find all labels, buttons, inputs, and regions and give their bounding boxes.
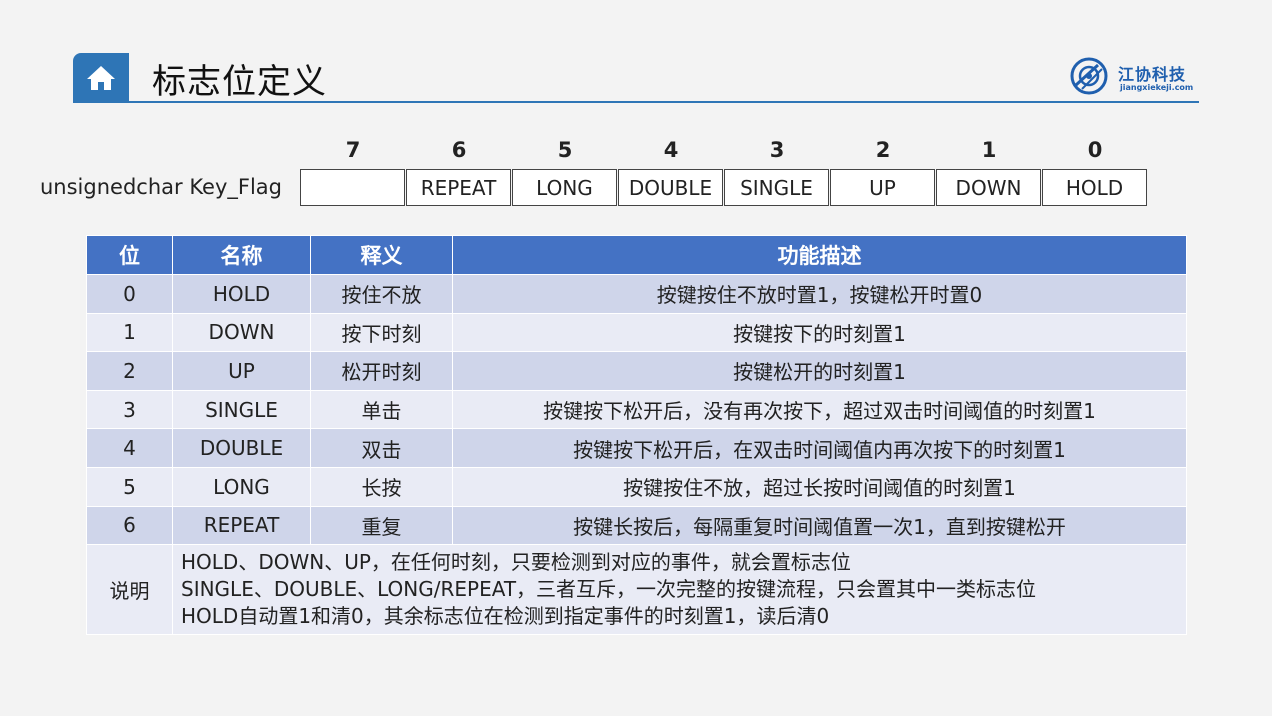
bit-number: 2 [875,138,891,162]
column-header: 名称 [172,235,311,275]
meaning-cell: 按下时刻 [310,312,453,353]
bit-cell: DOUBLE [618,169,723,206]
note-line: SINGLE、DOUBLE、LONG/REPEAT，三者互斥，一次完整的按键流程… [181,577,1037,602]
table-row: 3 SINGLE 单击 按键按下松开后，没有再次按下，超过双击时间阈值的时刻置1 [86,389,1187,430]
meaning-cell: 长按 [310,466,453,507]
bit-register-label: unsignedchar Key_Flag [40,175,283,199]
name-cell: REPEAT [172,505,311,546]
bit-number: 7 [345,138,361,162]
table-row: 0 HOLD 按住不放 按键按住不放时置1，按键松开时置0 [86,274,1187,314]
description-cell: 按键松开的时刻置1 [452,351,1187,391]
note-row: 说明 HOLD、DOWN、UP，在任何时刻，只要检测到对应的事件，就会置标志位 … [86,544,1187,636]
bit-cell: DOWN [936,169,1041,206]
note-text: HOLD、DOWN、UP，在任何时刻，只要检测到对应的事件，就会置标志位 SIN… [172,544,1187,636]
table-row: 6 REPEAT 重复 按键长按后，每隔重复时间阈值置一次1，直到按键松开 [86,505,1187,546]
table-row: 2 UP 松开时刻 按键松开的时刻置1 [86,351,1187,391]
table-row: 1 DOWN 按下时刻 按键按下的时刻置1 [86,312,1187,353]
description-cell: 按键按住不放，超过长按时间阈值的时刻置1 [452,466,1187,507]
table-row: 5 LONG 长按 按键按住不放，超过长按时间阈值的时刻置1 [86,466,1187,507]
bit-cell: 6 [86,505,173,546]
home-button[interactable] [73,53,129,103]
description-cell: 按键按下松开后，没有再次按下，超过双击时间阈值的时刻置1 [452,389,1187,430]
header-divider [73,101,1199,103]
description-cell: 按键按住不放时置1，按键松开时置0 [452,274,1187,314]
description-cell: 按键长按后，每隔重复时间阈值置一次1，直到按键松开 [452,505,1187,546]
bit-number: 4 [663,138,679,162]
bit-cell: HOLD [1042,169,1147,206]
note-line: HOLD、DOWN、UP，在任何时刻，只要检测到对应的事件，就会置标志位 [181,550,851,575]
bit-cell: REPEAT [406,169,511,206]
column-header: 功能描述 [452,235,1187,275]
name-cell: HOLD [172,274,311,314]
meaning-cell: 单击 [310,389,453,430]
name-cell: DOUBLE [172,428,311,468]
company-logo: 江协科技 jiangxiekeji.com [1068,55,1198,97]
description-cell: 按键按下松开后，在双击时间阈值内再次按下的时刻置1 [452,428,1187,468]
meaning-cell: 重复 [310,505,453,546]
meaning-cell: 双击 [310,428,453,468]
logo-url: jiangxiekeji.com [1120,83,1194,92]
table-row: 4 DOUBLE 双击 按键按下松开后，在双击时间阈值内再次按下的时刻置1 [86,428,1187,468]
bit-number: 0 [1087,138,1103,162]
name-cell: LONG [172,466,311,507]
flags-table: 位 名称 释义 功能描述 0 HOLD 按住不放 按键按住不放时置1，按键松开时… [86,235,1187,636]
meaning-cell: 松开时刻 [310,351,453,391]
column-header: 释义 [310,235,453,275]
name-cell: DOWN [172,312,311,353]
bit-cell: LONG [512,169,617,206]
home-icon [87,66,115,90]
page-title: 标志位定义 [152,62,327,102]
bit-cell: 3 [86,389,173,430]
note-line: HOLD自动置1和清0，其余标志位在检测到指定事件的时刻置1，读后清0 [181,604,830,629]
description-cell: 按键按下的时刻置1 [452,312,1187,353]
bit-cell: 5 [86,466,173,507]
bit-number: 3 [769,138,785,162]
bit-number: 5 [557,138,573,162]
bit-cell: 2 [86,351,173,391]
table-header-row: 位 名称 释义 功能描述 [86,235,1187,275]
logo-mark-icon [1070,57,1108,95]
bit-cell: 4 [86,428,173,468]
bit-cell [300,169,405,206]
bit-number: 1 [981,138,997,162]
meaning-cell: 按住不放 [310,274,453,314]
bit-cell: SINGLE [724,169,829,206]
name-cell: UP [172,351,311,391]
bit-number: 6 [451,138,467,162]
note-label: 说明 [86,544,173,636]
bit-cell: 0 [86,274,173,314]
logo-name: 江协科技 [1118,65,1187,84]
column-header: 位 [86,235,173,275]
bit-cell: 1 [86,312,173,353]
bit-cell: UP [830,169,935,206]
name-cell: SINGLE [172,389,311,430]
